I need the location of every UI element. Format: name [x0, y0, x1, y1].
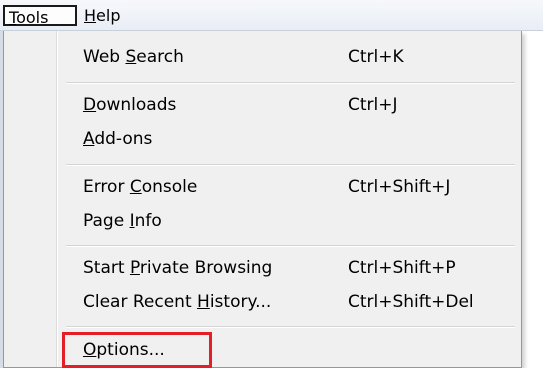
menu-item-shortcut: Ctrl+Shift+J	[348, 177, 451, 197]
label-pre: Start	[83, 258, 130, 278]
menu-item-label: Downloads	[83, 95, 176, 115]
options-highlight-box	[62, 332, 212, 368]
label-access-key: A	[83, 129, 95, 149]
label-post: istory...	[209, 292, 272, 312]
label-access-key: D	[83, 95, 97, 115]
menu-item-web-search[interactable]: Web Search Ctrl+K	[4, 40, 521, 74]
tools-dropdown-menu: Web Search Ctrl+K Downloads Ctrl+J Add-o…	[3, 31, 522, 368]
menu-item-error-console[interactable]: Error Console Ctrl+Shift+J	[4, 170, 521, 204]
help-menu-key: H	[84, 6, 97, 25]
label-access-key: H	[197, 292, 210, 312]
tools-menu[interactable]: Tools	[3, 5, 77, 27]
menu-item-label: Error Console	[83, 177, 197, 197]
menu-item-page-info[interactable]: Page Info	[4, 204, 521, 238]
menu-item-label: Web Search	[83, 47, 184, 67]
label-post: ownloads	[96, 95, 177, 115]
menu-separator	[66, 326, 515, 328]
label-access-key: C	[129, 177, 142, 197]
menu-item-clear-recent-history[interactable]: Clear Recent History... Ctrl+Shift+Del	[4, 285, 521, 319]
menu-item-label: Add-ons	[83, 129, 152, 149]
menu-separator	[66, 82, 515, 84]
menu-item-label: Clear Recent History...	[83, 292, 271, 312]
menu-item-shortcut: Ctrl+Shift+P	[348, 258, 456, 278]
menu-item-downloads[interactable]: Downloads Ctrl+J	[4, 88, 521, 122]
label-pre: Clear Recent	[83, 292, 198, 312]
label-pre: Error	[83, 177, 130, 197]
help-menu[interactable]: Help	[80, 5, 140, 26]
label-post: dd-ons	[94, 129, 153, 149]
menu-item-shortcut: Ctrl+K	[348, 47, 404, 67]
label-post: earch	[136, 47, 184, 67]
label-pre: Page	[83, 211, 130, 231]
menu-item-label: Start Private Browsing	[83, 258, 272, 278]
menu-bar: Tools Help	[0, 0, 543, 31]
label-post: nfo	[134, 211, 162, 231]
menu-item-shortcut: Ctrl+Shift+Del	[348, 292, 474, 312]
label-access-key: S	[125, 47, 137, 67]
label-post: rivate Browsing	[139, 258, 273, 278]
menu-item-label: Page Info	[83, 211, 162, 231]
menu-item-shortcut: Ctrl+J	[348, 95, 398, 115]
tools-menu-post: ools	[16, 8, 49, 27]
label-access-key: P	[129, 258, 140, 278]
tools-menu-key: T	[9, 8, 17, 27]
menu-separator	[66, 245, 515, 247]
help-menu-post: elp	[96, 6, 121, 25]
menu-separator	[66, 164, 515, 166]
menu-item-start-private-browsing[interactable]: Start Private Browsing Ctrl+Shift+P	[4, 251, 521, 285]
menu-item-add-ons[interactable]: Add-ons	[4, 122, 521, 156]
label-pre: Web	[83, 47, 126, 67]
label-post: onsole	[141, 177, 198, 197]
